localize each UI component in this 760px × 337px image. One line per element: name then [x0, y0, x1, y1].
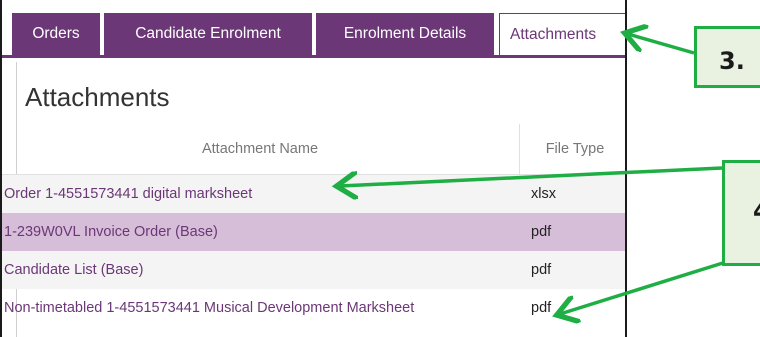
- tab-orders[interactable]: Orders: [12, 13, 100, 55]
- panel-title: Attachments: [25, 82, 170, 112]
- tab-attachments-label: Attachments: [510, 25, 597, 43]
- step-4-label: 4: [753, 197, 760, 225]
- tab-bar: Orders Candidate Enrolment Enrolment Det…: [2, 0, 625, 62]
- file-type-cell: pdf: [531, 300, 552, 316]
- arrow-to-attachments-tab: [628, 34, 695, 55]
- table-row[interactable]: Order 1-4551573441 digital marksheet xls…: [2, 175, 625, 213]
- app-window: Orders Candidate Enrolment Enrolment Det…: [0, 0, 627, 337]
- table-header: Attachment Name File Type: [2, 124, 625, 175]
- attachment-name-link[interactable]: Order 1-4551573441 digital marksheet: [4, 175, 252, 213]
- table-row[interactable]: Non-timetabled 1-4551573441 Musical Deve…: [2, 289, 625, 327]
- column-header-attachment-name[interactable]: Attachment Name: [2, 124, 518, 174]
- file-type-cell: pdf: [531, 262, 552, 278]
- tab-attachments[interactable]: Attachments: [499, 13, 625, 55]
- file-type-cell: xlsx: [531, 186, 556, 202]
- step-3-callout: 3.: [694, 26, 760, 88]
- column-header-file-type[interactable]: File Type: [519, 124, 625, 174]
- tab-underline: [2, 55, 625, 58]
- attachment-name-link[interactable]: 1-239W0VL Invoice Order (Base): [4, 213, 218, 251]
- step-3-label: 3.: [719, 47, 745, 75]
- step-4-callout: 4: [722, 160, 760, 266]
- file-type-cell: pdf: [531, 224, 552, 240]
- tab-candidate-enrolment[interactable]: Candidate Enrolment: [104, 13, 312, 55]
- tab-orders-label: Orders: [32, 25, 80, 42]
- attachment-name-link[interactable]: Non-timetabled 1-4551573441 Musical Deve…: [4, 289, 414, 327]
- tab-candidate-enrolment-label: Candidate Enrolment: [135, 25, 281, 42]
- table-row[interactable]: 1-239W0VL Invoice Order (Base) pdf: [2, 213, 625, 251]
- tab-enrolment-details-label: Enrolment Details: [343, 25, 467, 42]
- tab-enrolment-details[interactable]: Enrolment Details: [316, 13, 494, 55]
- attachment-name-link[interactable]: Candidate List (Base): [4, 251, 143, 289]
- table-row[interactable]: Candidate List (Base) pdf: [2, 251, 625, 289]
- attachments-table: Attachment Name File Type Order 1-455157…: [2, 124, 625, 327]
